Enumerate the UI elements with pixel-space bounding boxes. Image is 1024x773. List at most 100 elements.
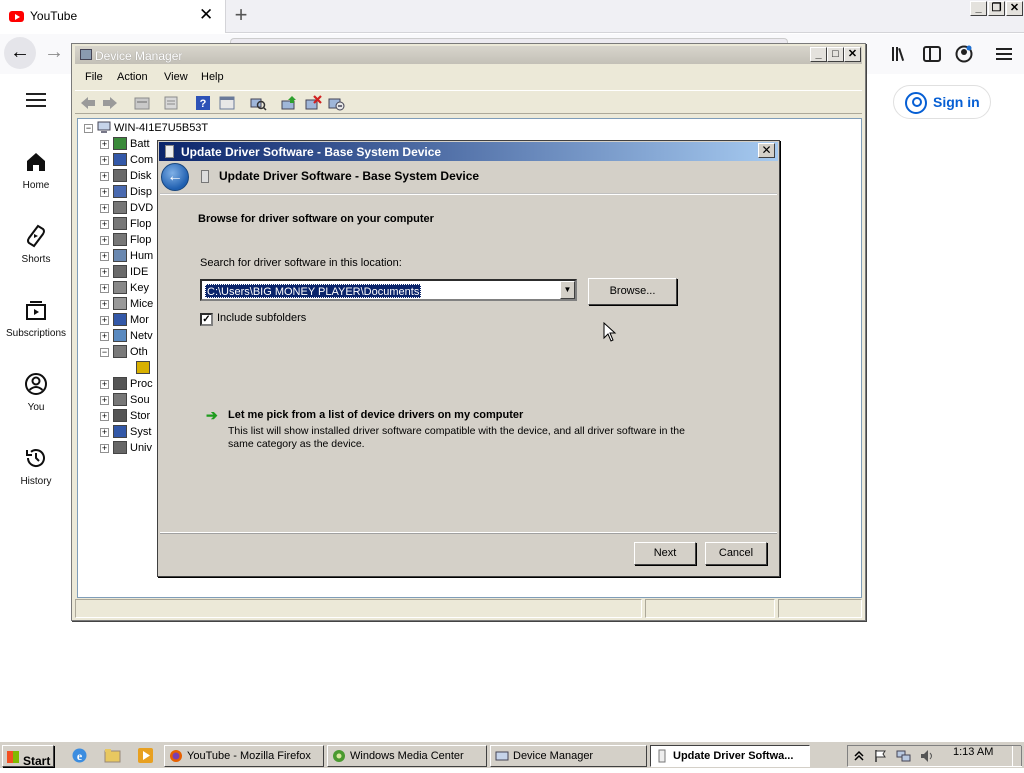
tab-youtube[interactable]: YouTube ✕	[0, 0, 226, 33]
search-location-value[interactable]: C:\Users\BIG MONEY PLAYER\Documents	[205, 284, 422, 298]
you-icon	[25, 373, 47, 395]
uninstall-icon[interactable]	[304, 95, 322, 111]
tree-root-label: WIN-4I1E7U5B53T	[114, 122, 209, 134]
expand-icon[interactable]: +	[100, 188, 109, 197]
forward-arrow-icon[interactable]	[101, 95, 119, 111]
expand-icon[interactable]: +	[100, 412, 109, 421]
action-center-flag-icon[interactable]	[874, 749, 888, 763]
taskbar: Start e YouTube - Mozilla Firefox Window…	[0, 741, 1024, 768]
forward-button[interactable]: →	[42, 37, 66, 69]
browse-button-label: Browse...	[609, 285, 656, 297]
dropdown-arrow-icon[interactable]: ▼	[560, 281, 575, 299]
expand-icon[interactable]: +	[100, 316, 109, 325]
folder-icon[interactable]	[104, 747, 121, 764]
expand-icon[interactable]: +	[100, 284, 109, 293]
svg-text:e: e	[77, 749, 83, 763]
account-icon[interactable]	[952, 40, 976, 68]
device-category-icon	[113, 201, 127, 214]
expand-icon[interactable]: +	[100, 396, 109, 405]
sign-in-button[interactable]: Sign in	[893, 85, 991, 119]
dm-minimize-button[interactable]: _	[810, 47, 827, 62]
disable-device-icon[interactable]	[327, 95, 345, 111]
nav-history[interactable]: History	[0, 446, 72, 506]
media-player-icon[interactable]	[137, 747, 154, 764]
include-subfolders-checkbox[interactable]: ✓	[200, 313, 213, 326]
menu-action[interactable]: Action	[117, 71, 148, 83]
include-subfolders-label[interactable]: Include subfolders	[217, 312, 306, 324]
tree-item-label: Mice	[130, 298, 154, 310]
dm-maximize-button[interactable]: □	[827, 47, 844, 62]
dialog-titlebar[interactable]: Update Driver Software - Base System Dev…	[159, 142, 778, 161]
new-tab-button[interactable]: +	[230, 3, 252, 27]
scan-hardware-icon[interactable]	[249, 95, 267, 111]
next-button[interactable]: Next	[634, 542, 696, 565]
show-desktop-button[interactable]	[1012, 746, 1022, 766]
task-media-center[interactable]: Windows Media Center	[327, 745, 487, 767]
guide-menu-icon[interactable]	[26, 93, 46, 109]
tree-item-label: Key	[130, 282, 149, 294]
pick-from-list-link[interactable]: Let me pick from a list of device driver…	[228, 409, 523, 421]
task-firefox[interactable]: YouTube - Mozilla Firefox	[164, 745, 324, 767]
sidebar-icon[interactable]	[920, 40, 944, 68]
nav-subscriptions[interactable]: Subscriptions	[0, 298, 72, 358]
device-icon	[201, 170, 209, 183]
back-arrow-icon[interactable]	[79, 95, 97, 111]
start-button[interactable]: Start	[2, 745, 54, 768]
expand-icon[interactable]: +	[100, 268, 109, 277]
show-hidden-icons-icon[interactable]	[853, 749, 865, 763]
device-manager-titlebar[interactable]: Device Manager	[75, 46, 862, 64]
nav-home[interactable]: Home	[0, 150, 72, 210]
cancel-button[interactable]: Cancel	[705, 542, 767, 565]
expand-icon[interactable]: +	[100, 444, 109, 453]
dm-close-button[interactable]: ✕	[844, 47, 861, 62]
expand-icon[interactable]: +	[100, 156, 109, 165]
network-icon[interactable]	[896, 749, 912, 763]
collapse-icon[interactable]: −	[84, 124, 93, 133]
device-manager-icon	[80, 49, 92, 60]
restore-button[interactable]: ❐	[988, 1, 1005, 16]
expand-icon[interactable]: +	[100, 204, 109, 213]
minimize-button[interactable]: _	[970, 1, 987, 16]
up-level-icon[interactable]	[133, 95, 151, 111]
library-icon[interactable]	[888, 40, 912, 68]
browse-button[interactable]: Browse...	[588, 278, 677, 305]
menu-file[interactable]: File	[85, 71, 103, 83]
update-driver-icon[interactable]	[280, 95, 298, 111]
close-button[interactable]: ✕	[1006, 1, 1023, 16]
expand-icon[interactable]: +	[100, 332, 109, 341]
dm-window-controls: _ □ ✕	[810, 47, 861, 63]
expand-icon[interactable]: +	[100, 428, 109, 437]
clock[interactable]: 1:13 AM	[953, 746, 993, 758]
shorts-icon	[27, 224, 45, 248]
menu-view[interactable]: View	[164, 71, 188, 83]
back-button[interactable]: ←	[4, 37, 36, 69]
help-icon[interactable]: ?	[194, 95, 212, 111]
search-location-combobox[interactable]: C:\Users\BIG MONEY PLAYER\Documents ▼	[200, 279, 577, 301]
menu-help[interactable]: Help	[201, 71, 224, 83]
device-category-icon	[113, 249, 127, 262]
tree-item-label: Flop	[130, 234, 152, 246]
tab-close-icon[interactable]: ✕	[199, 5, 213, 25]
expand-icon[interactable]: +	[100, 140, 109, 149]
show-hide-tree-icon[interactable]	[162, 95, 180, 111]
task-update-driver[interactable]: Update Driver Softwa...	[650, 745, 810, 767]
volume-icon[interactable]	[920, 749, 936, 763]
expand-icon[interactable]: +	[100, 220, 109, 229]
tree-item-label: Flop	[130, 218, 152, 230]
expand-icon[interactable]: +	[100, 300, 109, 309]
menu-icon[interactable]	[992, 40, 1016, 68]
wizard-back-button[interactable]: ←	[161, 163, 189, 191]
dialog-close-button[interactable]: ✕	[758, 143, 775, 158]
ie-icon[interactable]: e	[71, 747, 88, 764]
collapse-icon[interactable]: −	[100, 348, 109, 357]
expand-icon[interactable]: +	[100, 236, 109, 245]
task-device-manager[interactable]: Device Manager	[490, 745, 647, 767]
properties-icon[interactable]	[218, 95, 236, 111]
expand-icon[interactable]: +	[100, 380, 109, 389]
nav-home-label: Home	[22, 180, 50, 191]
expand-icon[interactable]: +	[100, 172, 109, 181]
nav-you[interactable]: You	[0, 372, 72, 432]
device-category-icon	[113, 313, 127, 326]
expand-icon[interactable]: +	[100, 252, 109, 261]
nav-shorts[interactable]: Shorts	[0, 224, 72, 284]
